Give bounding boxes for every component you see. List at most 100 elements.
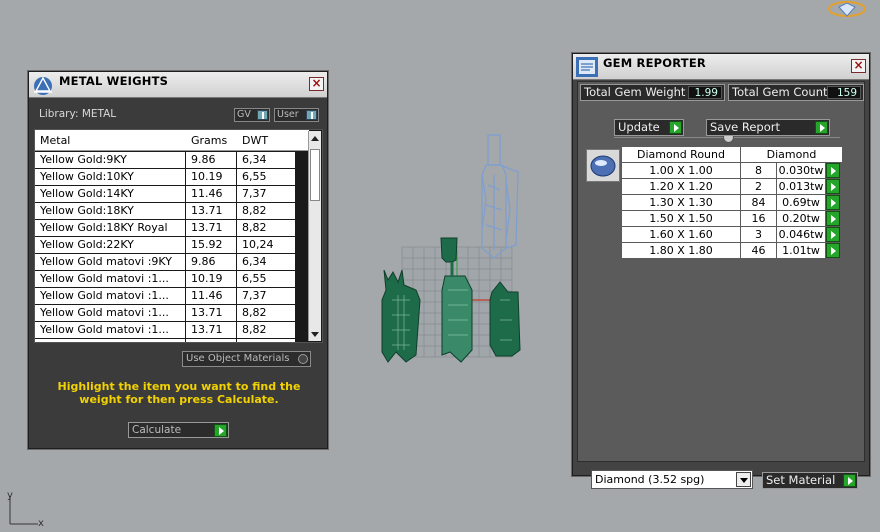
user-toggle[interactable]: User [274,108,319,122]
metal-close-button[interactable]: × [309,77,324,91]
diamond-graphic [590,155,616,177]
cell-grams: 9.86 [186,152,236,168]
table-row[interactable]: 1.60 X 1.60 3 0.046tw [622,227,842,243]
cell-count: 16 [741,211,776,226]
cell-count: 8 [741,163,776,178]
col-metal[interactable]: Metal [40,134,70,147]
table-row[interactable]: 1.30 X 1.30 84 0.69tw [622,195,842,211]
cell-count: 2 [741,179,776,194]
select-row-play-icon[interactable] [826,227,840,242]
total-gem-count-field: Total Gem Count 159 [728,84,864,101]
cell-metal: Yellow Gold matovi :1... [35,271,185,287]
cell-partial [186,339,236,342]
set-material-button[interactable]: Set Material [762,472,858,489]
scroll-down-icon[interactable] [311,332,319,337]
cell-weight: 0.013tw [777,179,825,194]
library-label: Library: METAL [39,108,117,120]
table-row[interactable]: Yellow Gold:18KY 13.71 8,82 [35,203,309,220]
col-dwt[interactable]: DWT [242,134,268,147]
cell-size: 1.00 X 1.00 [622,163,740,178]
material-value: Diamond (3.52 spg) [595,473,705,486]
use-object-materials-label: Use Object Materials [186,353,290,364]
col-diamond-round: Diamond Round [622,147,740,162]
cell-weight: 0.030tw [777,163,825,178]
metal-table-header: Metal Grams DWT [35,130,309,151]
gv-toggle[interactable]: GV [234,108,270,122]
cell-metal: Yellow Gold matovi :1... [35,288,185,304]
play-icon [843,474,856,487]
radio-icon [298,354,308,364]
table-row[interactable]: Yellow Gold:10KY 10.19 6,55 [35,169,309,186]
total-gem-weight-label: Total Gem Weight [584,85,686,99]
cell-grams: 11.46 [186,288,236,304]
select-row-play-icon[interactable] [826,163,840,178]
table-row[interactable]: Yellow Gold:14KY 11.46 7,37 [35,186,309,203]
total-gem-count-label: Total Gem Count [732,85,828,99]
table-row[interactable]: Yellow Gold matovi :9KY 9.86 6,34 [35,254,309,271]
cell-size: 1.80 X 1.80 [622,243,740,258]
table-row[interactable]: Yellow Gold:9KY 9.86 6,34 [35,152,309,169]
table-row[interactable]: 1.50 X 1.50 16 0.20tw [622,211,842,227]
metal-weights-panel: METAL WEIGHTS × Library: METAL GV User M… [28,71,328,449]
select-row-play-icon[interactable] [826,243,840,258]
cell-size: 1.30 X 1.30 [622,195,740,210]
select-row-play-icon[interactable] [826,179,840,194]
play-icon [669,121,682,134]
material-select[interactable]: Diamond (3.52 spg) [591,470,753,489]
axis-y-label: y [7,490,13,501]
cell-dwt: 6,34 [237,254,295,270]
table-row[interactable]: Yellow Gold matovi :1... 13.71 8,82 [35,322,309,339]
cell-dwt: 7,37 [237,186,295,202]
table-row[interactable]: Yellow Gold:22KY 15.92 10,24 [35,237,309,254]
gem-close-button[interactable]: × [851,59,866,73]
cell-dwt: 8,82 [237,322,295,338]
cell-size: 1.50 X 1.50 [622,211,740,226]
cell-grams: 13.71 [186,305,236,321]
cell-metal: Yellow Gold:9KY [35,152,185,168]
diamond-round-icon[interactable] [586,149,620,182]
gv-switch-icon [257,110,268,120]
cell-metal: Yellow Gold:14KY [35,186,185,202]
cell-metal: Yellow Gold:22KY [35,237,185,253]
select-row-play-icon[interactable] [826,195,840,210]
col-grams[interactable]: Grams [191,134,227,147]
table-row-partial [35,339,309,342]
report-icon [576,57,598,77]
cell-weight: 0.046tw [777,227,825,242]
cell-weight: 0.69tw [777,195,825,210]
chevron-down-icon[interactable] [736,472,751,487]
update-label: Update [618,120,660,134]
calculate-button[interactable]: Calculate [128,422,229,438]
update-button[interactable]: Update [614,119,684,136]
scroll-thumb[interactable] [310,149,320,201]
total-gem-weight-field: Total Gem Weight 1.99 [580,84,725,101]
table-row[interactable]: 1.20 X 1.20 2 0.013tw [622,179,842,195]
total-gem-weight-value: 1.99 [688,86,722,99]
table-row[interactable]: Yellow Gold matovi :1... 13.71 8,82 [35,305,309,322]
table-row[interactable]: Yellow Gold:18KY Royal 13.71 8,82 [35,220,309,237]
save-report-button[interactable]: Save Report [706,119,830,136]
table-row[interactable]: Yellow Gold matovi :1... 11.46 7,37 [35,288,309,305]
play-icon [815,121,828,134]
scroll-up-icon[interactable] [311,136,319,141]
table-row[interactable]: Yellow Gold matovi :1... 10.19 6,55 [35,271,309,288]
table-row[interactable]: 1.00 X 1.00 8 0.030tw [622,163,842,179]
cell-metal: Yellow Gold:10KY [35,169,185,185]
calculate-hint: Highlight the item you want to find the … [57,380,301,406]
calculate-label: Calculate [132,424,182,436]
select-row-play-icon[interactable] [826,211,840,226]
table-row[interactable]: 1.80 X 1.80 46 1.01tw [622,243,842,259]
gem-panel-titlebar[interactable]: GEM REPORTER × [573,54,869,80]
cell-grams: 13.71 [186,322,236,338]
metal-scrollbar[interactable] [308,131,321,341]
cell-count: 84 [741,195,776,210]
cell-count: 46 [741,243,776,258]
metal-panel-titlebar[interactable]: METAL WEIGHTS × [29,72,327,98]
cell-partial [35,339,185,342]
diamond-table-header: Diamond Round Diamond [622,147,842,163]
gem-panel-title: GEM REPORTER [603,56,706,70]
cell-grams: 11.46 [186,186,236,202]
use-object-materials-toggle[interactable]: Use Object Materials [182,351,311,367]
metal-table[interactable]: Metal Grams DWT Yellow Gold:9KY 9.86 6,34 Y… [34,129,323,343]
cell-metal: Yellow Gold:18KY Royal [35,220,185,236]
